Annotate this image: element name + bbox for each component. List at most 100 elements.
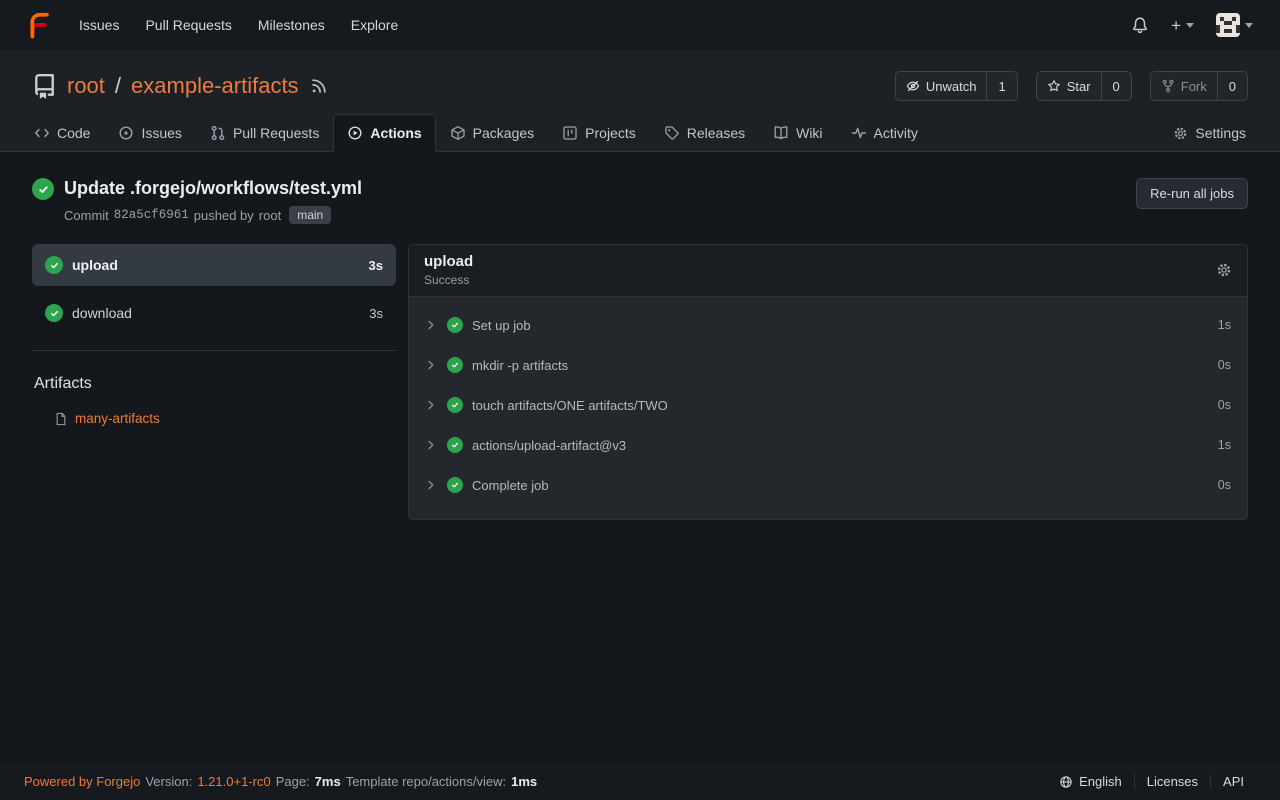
commit-label: Commit — [64, 208, 109, 223]
caret-down-icon — [1186, 23, 1194, 32]
chevron-right-icon — [425, 399, 437, 411]
tab-activity-label: Activity — [874, 125, 918, 141]
forks-count[interactable]: 0 — [1217, 72, 1247, 100]
star-button-group: Star 0 — [1036, 71, 1132, 101]
tag-icon — [664, 125, 680, 141]
tab-code[interactable]: Code — [20, 114, 104, 152]
job-options-gear-icon[interactable] — [1216, 262, 1232, 278]
api-link[interactable]: API — [1210, 774, 1256, 789]
eye-off-icon — [906, 79, 920, 93]
unwatch-button[interactable]: Unwatch — [896, 72, 987, 100]
avatar — [1216, 13, 1240, 37]
job-row-upload[interactable]: upload 3s — [32, 244, 396, 286]
star-icon — [1047, 79, 1061, 93]
git-pull-request-icon — [210, 125, 226, 141]
tab-packages-label: Packages — [473, 125, 534, 141]
job-name: upload — [72, 257, 118, 273]
repo-owner-link[interactable]: root — [67, 73, 105, 99]
tab-settings[interactable]: Settings — [1159, 114, 1260, 152]
run-titles: Update .forgejo/workflows/test.yml Commi… — [64, 178, 362, 224]
commit-sha[interactable]: 82a5cf6961 — [114, 208, 189, 222]
step-label: actions/upload-artifact@v3 — [472, 438, 626, 453]
tab-actions-label: Actions — [370, 125, 421, 141]
gear-icon — [1173, 126, 1188, 141]
repo-name-link[interactable]: example-artifacts — [131, 73, 299, 99]
artifacts-heading: Artifacts — [34, 375, 396, 393]
create-new-button[interactable]: + — [1160, 17, 1205, 34]
rss-icon[interactable] — [311, 78, 327, 94]
step-row-setup[interactable]: Set up job 1s — [409, 305, 1247, 345]
tab-pull-requests[interactable]: Pull Requests — [196, 114, 333, 152]
page-time-value: 7ms — [315, 774, 341, 789]
step-row-mkdir[interactable]: mkdir -p artifacts 0s — [409, 345, 1247, 385]
git-fork-icon — [1161, 79, 1175, 93]
watchers-count[interactable]: 1 — [986, 72, 1016, 100]
chevron-right-icon — [425, 439, 437, 451]
page-time-label: Page: — [276, 774, 310, 789]
package-icon — [450, 125, 466, 141]
repo-tab-bar: Code Issues Pull Requests Actions Packag… — [0, 114, 1280, 152]
project-icon — [562, 125, 578, 141]
tab-wiki-label: Wiki — [796, 125, 822, 141]
rerun-all-jobs-button[interactable]: Re-run all jobs — [1136, 178, 1248, 209]
nav-item-pull-requests[interactable]: Pull Requests — [132, 0, 244, 50]
branch-badge[interactable]: main — [289, 206, 331, 224]
check-circle-icon — [447, 477, 463, 493]
tab-projects-label: Projects — [585, 125, 636, 141]
repo-separator: / — [115, 73, 121, 99]
nav-item-explore[interactable]: Explore — [338, 0, 411, 50]
stars-count[interactable]: 0 — [1101, 72, 1131, 100]
template-time-label: Template repo/actions/view: — [346, 774, 506, 789]
job-row-download[interactable]: download 3s — [32, 292, 396, 334]
language-selector[interactable]: English — [1047, 774, 1134, 789]
fork-button[interactable]: Fork — [1151, 72, 1217, 100]
artifact-download-link[interactable]: many-artifacts — [75, 411, 160, 426]
step-duration: 0s — [1218, 358, 1231, 372]
pusher-name[interactable]: root — [259, 208, 281, 223]
star-button[interactable]: Star — [1037, 72, 1101, 100]
tab-packages[interactable]: Packages — [436, 114, 548, 152]
language-label: English — [1079, 774, 1122, 789]
template-time-value: 1ms — [511, 774, 537, 789]
tab-activity[interactable]: Activity — [837, 114, 932, 152]
job-detail-titles: upload Success — [424, 253, 473, 287]
tab-settings-label: Settings — [1195, 125, 1246, 141]
nav-item-milestones[interactable]: Milestones — [245, 0, 338, 50]
actions-run-view: Update .forgejo/workflows/test.yml Commi… — [0, 152, 1280, 763]
chevron-right-icon — [425, 359, 437, 371]
check-circle-icon — [447, 317, 463, 333]
tab-actions[interactable]: Actions — [333, 114, 435, 152]
tab-pull-requests-label: Pull Requests — [233, 125, 319, 141]
step-duration: 0s — [1218, 398, 1231, 412]
powered-by-link[interactable]: Powered by Forgejo — [24, 774, 140, 789]
plus-icon: + — [1171, 17, 1181, 34]
step-duration: 1s — [1218, 318, 1231, 332]
run-body: upload 3s download 3s Artifacts many-art… — [32, 244, 1248, 520]
issue-opened-icon — [118, 125, 134, 141]
step-row-upload-artifact[interactable]: actions/upload-artifact@v3 1s — [409, 425, 1247, 465]
forgejo-logo-icon — [23, 9, 55, 41]
user-menu-button[interactable] — [1205, 13, 1264, 37]
forgejo-logo[interactable] — [22, 8, 56, 42]
check-circle-icon — [447, 437, 463, 453]
step-label: Set up job — [472, 318, 531, 333]
job-detail-panel: upload Success Set up job 1s — [408, 244, 1248, 520]
check-circle-icon — [447, 397, 463, 413]
tab-releases-label: Releases — [687, 125, 745, 141]
page-footer: Powered by Forgejo Version: 1.21.0+1-rc0… — [0, 763, 1280, 800]
notifications-button[interactable] — [1120, 16, 1160, 34]
step-row-touch[interactable]: touch artifacts/ONE artifacts/TWO 0s — [409, 385, 1247, 425]
licenses-link[interactable]: Licenses — [1134, 774, 1210, 789]
version-link[interactable]: 1.21.0+1-rc0 — [197, 774, 270, 789]
nav-item-issues[interactable]: Issues — [66, 0, 132, 50]
file-icon — [54, 412, 68, 426]
tab-projects[interactable]: Projects — [548, 114, 650, 152]
check-circle-icon — [45, 304, 63, 322]
tab-releases[interactable]: Releases — [650, 114, 759, 152]
tab-wiki[interactable]: Wiki — [759, 114, 836, 152]
star-label: Star — [1067, 79, 1091, 94]
repo-title-row: root / example-artifacts U — [0, 64, 1280, 108]
tab-issues[interactable]: Issues — [104, 114, 195, 152]
step-row-complete[interactable]: Complete job 0s — [409, 465, 1247, 505]
job-detail-header: upload Success — [409, 245, 1247, 297]
